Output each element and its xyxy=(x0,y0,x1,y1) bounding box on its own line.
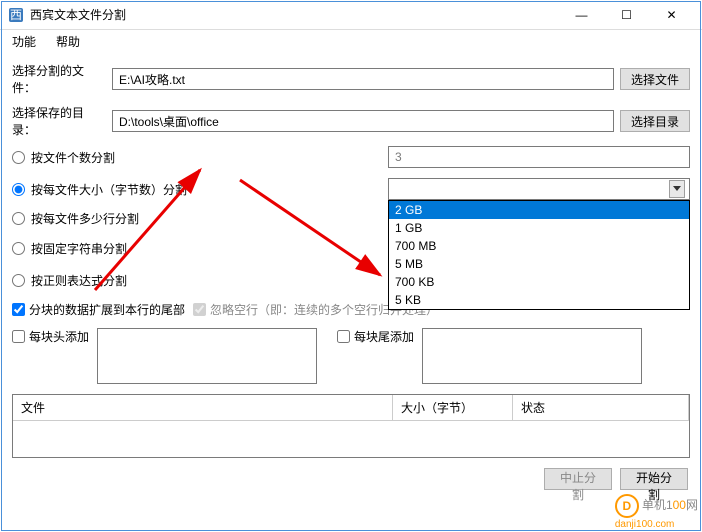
size-dropdown[interactable] xyxy=(388,178,690,200)
dropdown-option[interactable]: 2 GB xyxy=(389,201,689,219)
watermark: D 单机100网 danji100.com xyxy=(615,494,698,530)
dropdown-option[interactable]: 5 MB xyxy=(389,255,689,273)
dropdown-option[interactable]: 700 KB xyxy=(389,273,689,291)
size-dropdown-list: 2 GB 1 GB 700 MB 5 MB 700 KB 5 KB xyxy=(388,200,690,310)
start-button[interactable]: 开始分割 xyxy=(620,468,688,490)
dropdown-option[interactable]: 5 KB xyxy=(389,291,689,309)
stop-button[interactable]: 中止分割 xyxy=(544,468,612,490)
chevron-down-icon xyxy=(669,180,685,198)
dropdown-option[interactable]: 1 GB xyxy=(389,219,689,237)
watermark-logo-icon: D xyxy=(615,494,639,518)
dropdown-option[interactable]: 700 MB xyxy=(389,237,689,255)
